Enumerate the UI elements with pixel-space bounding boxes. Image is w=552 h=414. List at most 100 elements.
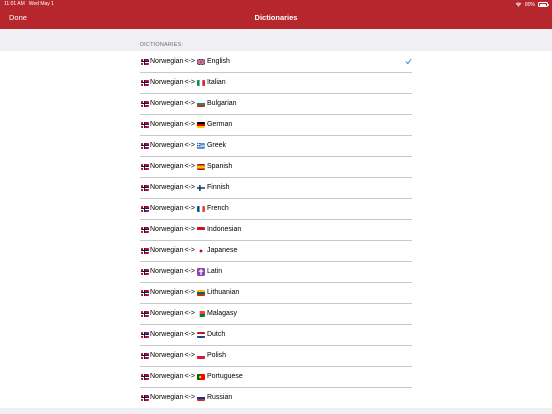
language-separator: <-> xyxy=(184,352,195,359)
battery-percent: 80% xyxy=(524,1,535,8)
dictionary-row-content: Norwegian <-> Spanish xyxy=(141,156,232,177)
no-flag-icon xyxy=(141,58,149,65)
language-separator: <-> xyxy=(184,268,195,275)
no-flag-icon xyxy=(141,205,149,212)
dictionary-row-german[interactable]: Norwegian <-> German xyxy=(0,114,552,135)
bg-flag-icon xyxy=(196,100,206,107)
no-flag-icon xyxy=(141,121,149,128)
pt-flag-icon xyxy=(196,373,206,380)
source-language-label: Norwegian xyxy=(150,373,184,380)
source-language-label: Norwegian xyxy=(150,100,184,107)
language-separator: <-> xyxy=(184,142,195,149)
battery-icon xyxy=(538,2,549,7)
source-language-label: Norwegian xyxy=(150,226,184,233)
es-flag-icon xyxy=(196,163,206,170)
dictionary-row-portuguese[interactable]: Norwegian <-> Portuguese xyxy=(0,366,552,387)
target-language-label: Italian xyxy=(206,79,226,86)
dictionary-row-content: Norwegian <-> Portuguese xyxy=(141,366,243,387)
navigation-bar: 11:01 AM Wed May 1 80% Done Dictionaries xyxy=(0,0,552,29)
target-language-label: Latin xyxy=(206,268,223,275)
language-separator: <-> xyxy=(184,121,195,128)
status-indicators: 80% xyxy=(515,1,549,8)
no-flag-icon xyxy=(141,394,149,401)
fr-flag-icon xyxy=(196,205,206,212)
dictionary-row-content: Norwegian <-> Russian xyxy=(141,387,232,408)
dictionary-row-malagasy[interactable]: Norwegian <-> Malagasy xyxy=(0,303,552,324)
lt-flag-icon xyxy=(196,289,206,296)
dictionary-row-greek[interactable]: Norwegian <-> Greek xyxy=(0,135,552,156)
language-separator: <-> xyxy=(184,289,195,296)
dictionary-list: Norwegian <-> English Norwegian <-> Italian… xyxy=(0,51,552,408)
language-separator: <-> xyxy=(184,184,195,191)
no-flag-icon xyxy=(141,373,149,380)
source-language-label: Norwegian xyxy=(150,79,184,86)
it-flag-icon xyxy=(196,79,206,86)
no-flag-icon xyxy=(141,79,149,86)
dictionary-row-bulgarian[interactable]: Norwegian <-> Bulgarian xyxy=(0,93,552,114)
no-flag-icon xyxy=(141,184,149,191)
language-separator: <-> xyxy=(184,226,195,233)
source-language-label: Norwegian xyxy=(150,331,184,338)
dictionary-row-dutch[interactable]: Norwegian <-> Dutch xyxy=(0,324,552,345)
status-time-text: 11:01 AM xyxy=(4,1,25,7)
dictionary-row-latin[interactable]: Norwegian <-> Latin xyxy=(0,261,552,282)
no-flag-icon xyxy=(141,268,149,275)
language-separator: <-> xyxy=(184,58,195,65)
source-language-label: Norwegian xyxy=(150,352,184,359)
source-language-label: Norwegian xyxy=(150,184,184,191)
source-language-label: Norwegian xyxy=(150,142,184,149)
dictionary-row-polish[interactable]: Norwegian <-> Polish xyxy=(0,345,552,366)
dictionary-row-content: Norwegian <-> Polish xyxy=(141,345,226,366)
dictionary-row-content: Norwegian <-> Dutch xyxy=(141,324,225,345)
dictionary-row-content: Norwegian <-> Greek xyxy=(141,135,226,156)
language-separator: <-> xyxy=(184,247,195,254)
dictionary-row-italian[interactable]: Norwegian <-> Italian xyxy=(0,72,552,93)
source-language-label: Norwegian xyxy=(150,394,184,401)
gb-flag-icon xyxy=(196,58,206,65)
language-separator: <-> xyxy=(184,100,195,107)
target-language-label: Indonesian xyxy=(206,226,242,233)
no-flag-icon xyxy=(141,289,149,296)
no-flag-icon xyxy=(141,100,149,107)
target-language-label: French xyxy=(206,205,229,212)
dictionary-row-spanish[interactable]: Norwegian <-> Spanish xyxy=(0,156,552,177)
source-language-label: Norwegian xyxy=(150,268,184,275)
dictionary-row-content: Norwegian <-> Japanese xyxy=(141,240,237,261)
source-language-label: Norwegian xyxy=(150,121,184,128)
mg-flag-icon xyxy=(196,310,206,317)
language-separator: <-> xyxy=(184,205,195,212)
section-header: DICTIONARIES: xyxy=(140,42,184,48)
dictionary-row-content: Norwegian <-> Finnish xyxy=(141,177,230,198)
target-language-label: Portuguese xyxy=(206,373,243,380)
language-separator: <-> xyxy=(184,310,195,317)
no-flag-icon xyxy=(141,247,149,254)
dictionary-row-content: Norwegian <-> Lithuanian xyxy=(141,282,239,303)
dictionary-row-content: Norwegian <-> Indonesian xyxy=(141,219,241,240)
dictionary-row-indonesian[interactable]: Norwegian <-> Indonesian xyxy=(0,219,552,240)
language-separator: <-> xyxy=(184,331,195,338)
language-separator: <-> xyxy=(184,79,195,86)
target-language-label: Japanese xyxy=(206,247,238,254)
fi-flag-icon xyxy=(196,184,206,191)
target-language-label: Finnish xyxy=(206,184,230,191)
dictionary-row-content: Norwegian <-> Malagasy xyxy=(141,303,237,324)
page-title: Dictionaries xyxy=(254,13,298,22)
source-language-label: Norwegian xyxy=(150,205,184,212)
target-language-label: Russian xyxy=(206,394,233,401)
nl-flag-icon xyxy=(196,331,206,338)
target-language-label: English xyxy=(206,58,230,65)
dictionary-row-content: Norwegian <-> German xyxy=(141,114,232,135)
dictionary-row-japanese[interactable]: Norwegian <-> Japanese xyxy=(0,240,552,261)
status-date: Wed May 1 xyxy=(28,1,54,7)
dictionary-row-english[interactable]: Norwegian <-> English xyxy=(0,51,552,72)
dictionary-row-french[interactable]: Norwegian <-> French xyxy=(0,198,552,219)
dictionary-row-lithuanian[interactable]: Norwegian <-> Lithuanian xyxy=(0,282,552,303)
no-flag-icon xyxy=(141,310,149,317)
dictionary-row-finnish[interactable]: Norwegian <-> Finnish xyxy=(0,177,552,198)
de-flag-icon xyxy=(196,121,206,128)
dictionary-row-russian[interactable]: Norwegian <-> Russian xyxy=(0,387,552,408)
target-language-label: Malagasy xyxy=(206,310,237,317)
no-flag-icon xyxy=(141,142,149,149)
dictionary-row-content: Norwegian <-> Italian xyxy=(141,72,226,93)
language-separator: <-> xyxy=(184,373,195,380)
